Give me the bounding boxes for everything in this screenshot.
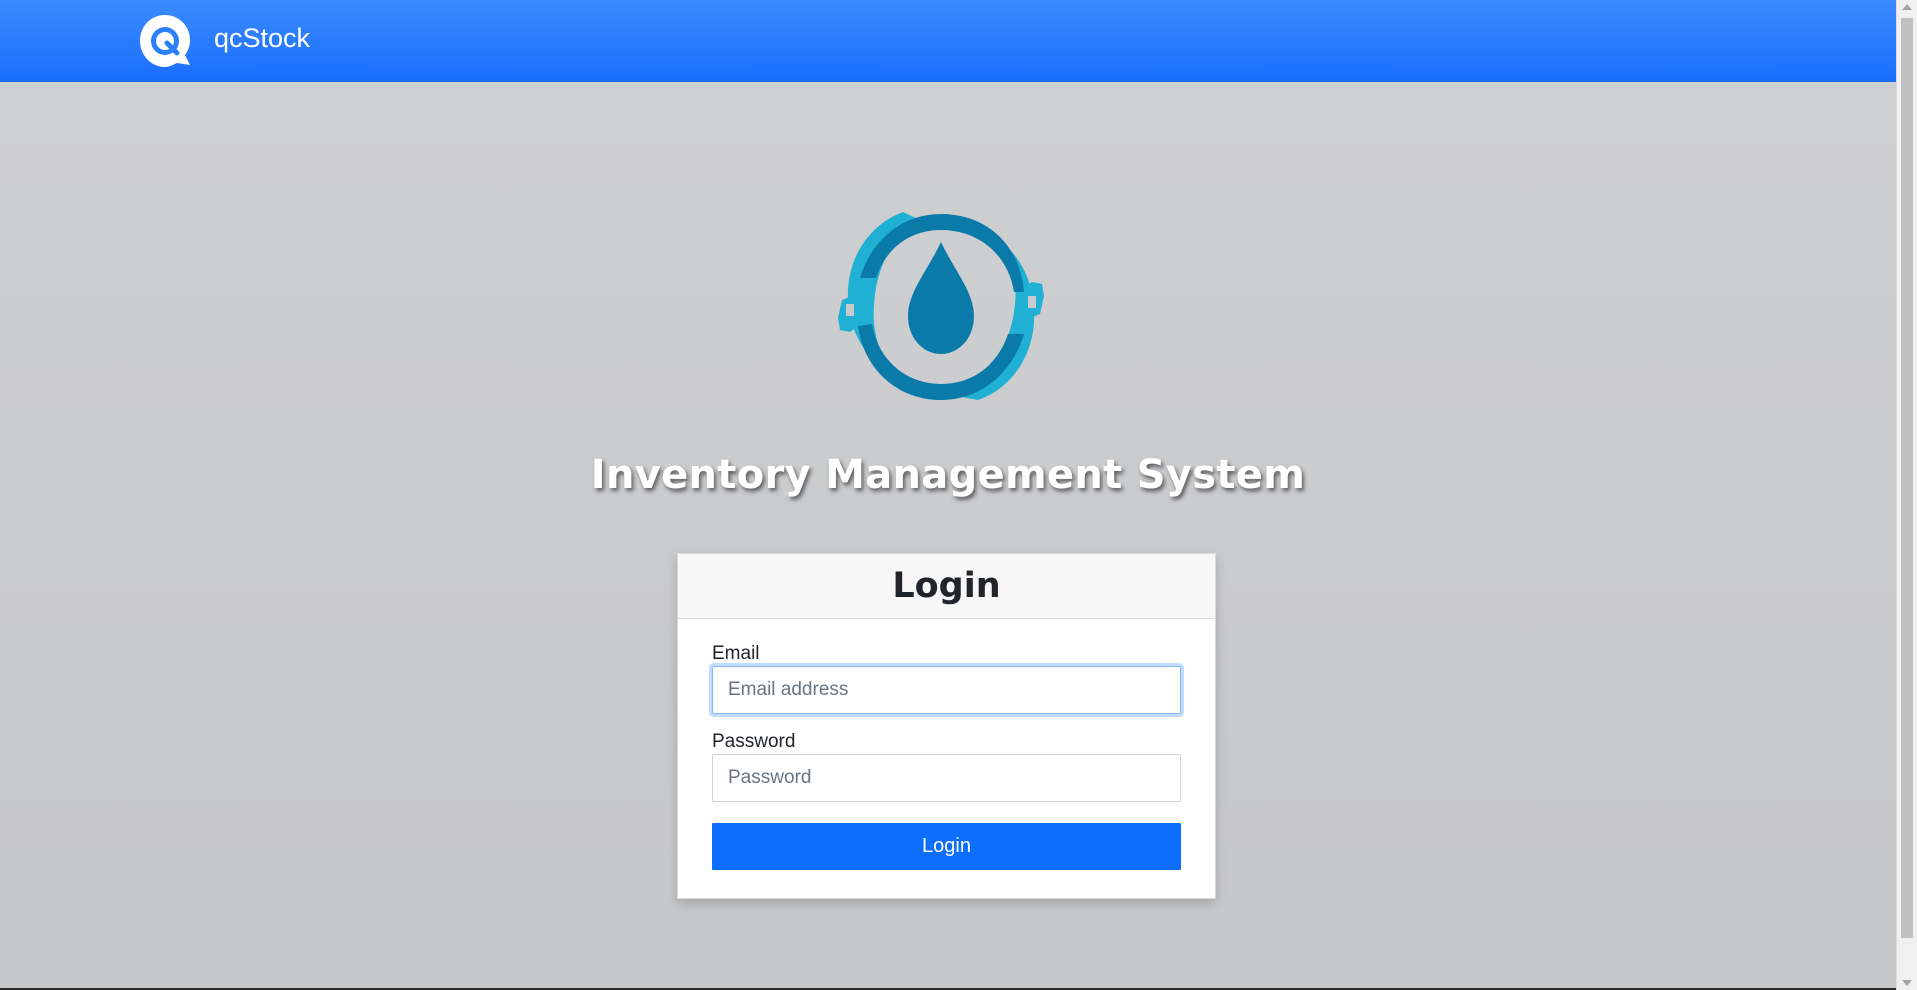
water-drop-wrench-logo [828, 200, 1054, 412]
login-button[interactable]: Login [712, 823, 1181, 870]
scroll-up-arrow-icon[interactable] [1902, 4, 1912, 10]
login-card-title: Login [892, 566, 1001, 606]
q-logo-icon [137, 13, 193, 69]
login-form: Email Password Login [678, 643, 1215, 870]
scroll-thumb[interactable] [1901, 18, 1913, 938]
password-field[interactable] [712, 754, 1181, 802]
password-label: Password [712, 731, 796, 752]
brand-link[interactable]: qcStock [137, 13, 310, 69]
scroll-down-arrow-icon[interactable] [1902, 980, 1912, 986]
login-card-header: Login [678, 554, 1215, 619]
email-field[interactable] [712, 666, 1181, 714]
vertical-scrollbar[interactable] [1896, 0, 1917, 990]
page-title: Inventory Management System [590, 452, 1306, 498]
login-card: Login Email Password Login [677, 553, 1216, 899]
brand-name: qcStock [214, 22, 311, 53]
email-label: Email [712, 643, 760, 664]
top-navbar: qcStock [0, 0, 1896, 82]
